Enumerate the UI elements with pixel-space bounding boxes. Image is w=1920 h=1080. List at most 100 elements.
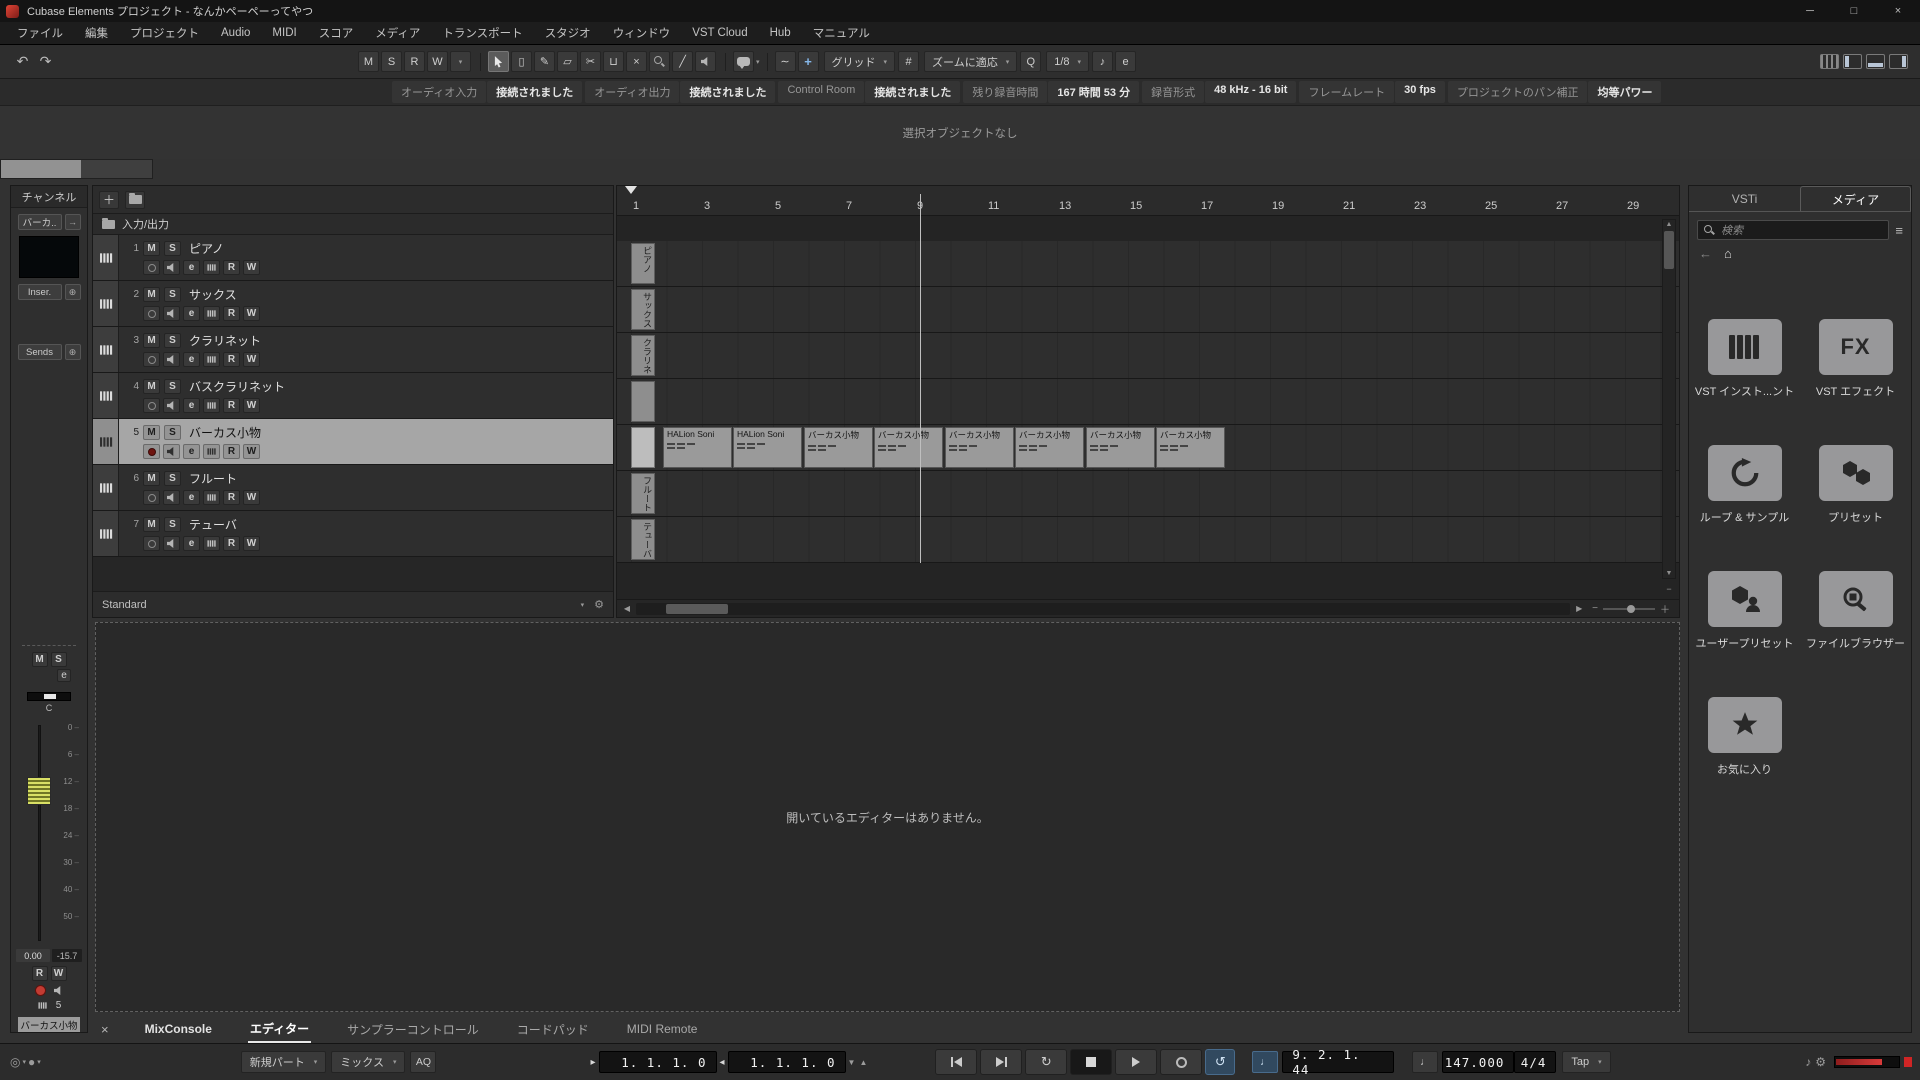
- track-row-3[interactable]: 3 M S クラリネット e R W: [93, 327, 613, 373]
- scroll-up-icon[interactable]: ▲: [1663, 221, 1675, 228]
- write-button[interactable]: W: [243, 352, 260, 367]
- inserts-button[interactable]: Inser.: [18, 284, 62, 300]
- monitor-button[interactable]: [163, 306, 180, 321]
- redo-button[interactable]: ↷: [35, 51, 56, 72]
- track-row-2[interactable]: 2 M S サックス e R W: [93, 281, 613, 327]
- write-button[interactable]: W: [243, 306, 260, 321]
- quantize-dropdown[interactable]: 1/8▾: [1046, 51, 1089, 72]
- transport-settings-gear-icon[interactable]: ⚙: [1815, 1055, 1826, 1069]
- track-name[interactable]: クラリネット: [189, 332, 261, 349]
- instrument-button[interactable]: [203, 398, 220, 413]
- home-icon[interactable]: ⌂: [1724, 246, 1732, 261]
- tile-vst-effects[interactable]: FX VST エフェクト: [1803, 319, 1909, 399]
- midi-part[interactable]: バーカス小物: [945, 427, 1014, 468]
- time-format-icon[interactable]: ♩: [1252, 1051, 1278, 1073]
- position-display[interactable]: 9. 2. 1. 44: [1282, 1051, 1394, 1073]
- write-button[interactable]: W: [243, 444, 260, 459]
- midi-activity-icon[interactable]: ●: [28, 1055, 35, 1069]
- track-row-6[interactable]: 6 M S フルート e R W: [93, 465, 613, 511]
- midi-part[interactable]: クラリネ: [631, 335, 655, 376]
- midi-part[interactable]: [631, 427, 655, 468]
- read-button[interactable]: R: [223, 398, 240, 413]
- overview-visible-range[interactable]: [1, 160, 81, 178]
- peak-level-value[interactable]: -15.7: [52, 949, 82, 962]
- goto-end-button[interactable]: [980, 1049, 1022, 1075]
- record-modes-icon[interactable]: ◎: [10, 1055, 20, 1069]
- monitor-button[interactable]: [163, 352, 180, 367]
- tab-midi-remote[interactable]: MIDI Remote: [625, 1018, 700, 1040]
- fader-level-value[interactable]: 0.00: [16, 949, 50, 962]
- close-button[interactable]: ×: [1876, 0, 1920, 22]
- channel-export-icon[interactable]: →: [65, 214, 81, 230]
- track-name[interactable]: テューバ: [189, 516, 237, 533]
- record-enable-button[interactable]: [143, 306, 160, 321]
- mute-button[interactable]: M: [143, 517, 160, 532]
- channel-edit-button[interactable]: e: [57, 669, 71, 682]
- monitor-button[interactable]: [163, 536, 180, 551]
- lower-zone-toggle-icon[interactable]: [1866, 54, 1885, 69]
- channel-monitor-icon[interactable]: [54, 986, 64, 995]
- tile-file-browser[interactable]: ファイルブラウザー: [1803, 571, 1909, 651]
- mute-button[interactable]: M: [143, 241, 160, 256]
- lane-percussion[interactable]: HALion Soni HALion Soni バーカス小物 バーカス小物 バー…: [617, 425, 1679, 471]
- edit-channel-button[interactable]: e: [183, 398, 200, 413]
- track-lanes[interactable]: ピアノ サックス クラリネ HALion Soni HALion Soni バー…: [617, 241, 1679, 563]
- midi-part[interactable]: バーカス小物: [1086, 427, 1155, 468]
- channel-solo-button[interactable]: S: [51, 652, 67, 667]
- inserts-slot-area[interactable]: [18, 304, 80, 338]
- write-button[interactable]: W: [243, 398, 260, 413]
- midi-part[interactable]: バーカス小物: [1015, 427, 1084, 468]
- range-selection-tool[interactable]: ▯: [511, 51, 532, 72]
- channel-write-button[interactable]: W: [51, 966, 67, 981]
- new-part-dropdown[interactable]: 新規パート▾: [241, 1051, 327, 1073]
- object-selection-tool[interactable]: [488, 51, 509, 72]
- track-height-preset[interactable]: Standard: [102, 599, 147, 611]
- monitor-button[interactable]: [163, 260, 180, 275]
- midi-part[interactable]: HALion Soni: [663, 427, 732, 468]
- comment-dropdown-caret[interactable]: ▾: [756, 58, 760, 66]
- read-button[interactable]: R: [223, 260, 240, 275]
- grid-icon[interactable]: #: [898, 51, 919, 72]
- activity-caret[interactable]: ▾: [37, 1058, 41, 1066]
- solo-button[interactable]: S: [164, 471, 181, 486]
- track-name[interactable]: サックス: [189, 286, 237, 303]
- track-row-1[interactable]: 1 M S ピアノ e R W: [93, 235, 613, 281]
- close-lower-zone-icon[interactable]: ×: [101, 1022, 109, 1037]
- mute-button[interactable]: M: [143, 379, 160, 394]
- fader-handle[interactable]: [27, 777, 51, 805]
- write-button[interactable]: W: [243, 536, 260, 551]
- line-tool[interactable]: ╱: [672, 51, 693, 72]
- track-name[interactable]: バスクラリネット: [189, 378, 285, 395]
- global-read-button[interactable]: R: [404, 51, 425, 72]
- lane-piano[interactable]: ピアノ: [617, 241, 1679, 287]
- tempo-display[interactable]: 147.000: [1442, 1051, 1514, 1073]
- write-button[interactable]: W: [243, 260, 260, 275]
- monitor-button[interactable]: [163, 444, 180, 459]
- edit-channel-button[interactable]: e: [183, 352, 200, 367]
- add-track-button[interactable]: ＋: [99, 191, 119, 209]
- snap-button[interactable]: +: [798, 51, 819, 72]
- monitor-button[interactable]: [163, 398, 180, 413]
- back-icon[interactable]: ←: [1699, 246, 1712, 261]
- tab-vsti[interactable]: VSTi: [1689, 186, 1800, 211]
- menu-midi[interactable]: MIDI: [261, 27, 307, 39]
- record-enable-button-active[interactable]: [143, 444, 160, 459]
- solo-button[interactable]: S: [164, 379, 181, 394]
- read-button[interactable]: R: [223, 444, 240, 459]
- midi-part[interactable]: [631, 381, 655, 422]
- track-name[interactable]: ピアノ: [189, 240, 224, 257]
- snap-zero-crossing-button[interactable]: ∼: [775, 51, 796, 72]
- scroll-left-icon[interactable]: ◀: [620, 604, 634, 613]
- zoom-preset-dropdown[interactable]: ズームに適応▾: [924, 51, 1017, 72]
- right-locator-icon[interactable]: ◂: [720, 1057, 725, 1068]
- solo-button[interactable]: S: [164, 517, 181, 532]
- project-overview-strip[interactable]: [0, 159, 153, 179]
- undo-button[interactable]: ↶: [12, 51, 33, 72]
- list-view-icon[interactable]: ≡: [1895, 223, 1903, 238]
- instrument-button[interactable]: [203, 352, 220, 367]
- record-modes-caret[interactable]: ▾: [22, 1058, 26, 1066]
- channel-record-enable-button[interactable]: [35, 985, 46, 996]
- record-enable-button[interactable]: [143, 398, 160, 413]
- instrument-button[interactable]: [203, 490, 220, 505]
- search-input[interactable]: 検索: [1697, 220, 1889, 240]
